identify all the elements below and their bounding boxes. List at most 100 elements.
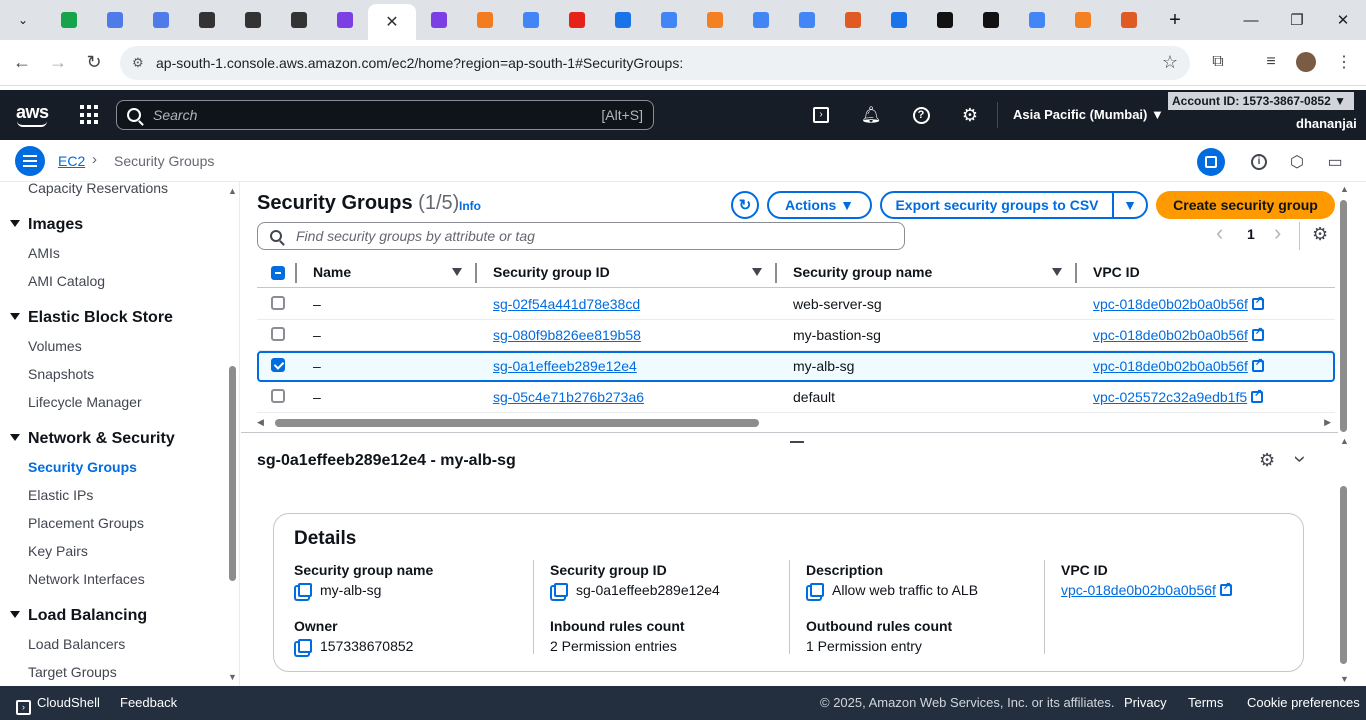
table-row[interactable]: – sg-05c4e71b276b273a6 default vpc-025572c3…	[257, 382, 1335, 413]
new-tab-button[interactable]: +	[1152, 0, 1198, 40]
external-link-icon[interactable]	[1251, 295, 1264, 310]
row-checkbox[interactable]	[271, 358, 285, 372]
copy-icon[interactable]	[298, 639, 312, 653]
browser-tab[interactable]	[830, 0, 876, 40]
browser-tab[interactable]	[416, 0, 462, 40]
table-scroll-thumb[interactable]	[275, 419, 759, 427]
cell-sg-id-link[interactable]: sg-05c4e71b276b273a6	[493, 389, 644, 405]
main-scrollbar[interactable]: ▲ ▲ ▼	[1338, 182, 1350, 686]
external-link-icon[interactable]	[1219, 581, 1232, 596]
detail-pane-scroll-thumb[interactable]	[1340, 486, 1347, 664]
next-page-icon[interactable]: ›	[1274, 220, 1281, 246]
sidebar-item-elastic-ips[interactable]: Elastic IPs	[28, 487, 93, 503]
cell-sg-id-link[interactable]: sg-080f9b826ee819b58	[493, 327, 641, 343]
browser-tab[interactable]	[184, 0, 230, 40]
scroll-up-icon[interactable]: ▲	[228, 186, 237, 196]
export-dropdown-button[interactable]: ▼	[1112, 191, 1148, 219]
sidebar-item-snapshots[interactable]: Snapshots	[28, 366, 94, 382]
previous-page-icon[interactable]: ‹	[1216, 220, 1223, 246]
sort-caret-icon[interactable]	[452, 268, 462, 276]
back-icon[interactable]: ←	[4, 45, 40, 81]
browser-tab[interactable]	[646, 0, 692, 40]
external-link-icon[interactable]	[1251, 357, 1264, 372]
cookie-preferences-link[interactable]: Cookie preferences	[1247, 695, 1360, 710]
browser-tab[interactable]	[554, 0, 600, 40]
cell-sg-id-link[interactable]: sg-02f54a441d78e38cd	[493, 296, 640, 312]
browser-tab[interactable]	[230, 0, 276, 40]
sidebar-item-volumes[interactable]: Volumes	[28, 338, 82, 354]
close-window-icon[interactable]: ✕	[1320, 0, 1366, 40]
table-preferences-gear-icon[interactable]: ⚙	[1312, 224, 1328, 245]
split-panel-toggle-icon[interactable]	[1197, 148, 1225, 176]
url-text[interactable]: ap-south-1.console.aws.amazon.com/ec2/ho…	[156, 55, 683, 71]
column-header-sg-id[interactable]: Security group ID	[493, 264, 610, 280]
table-pane-scroll-thumb[interactable]	[1340, 200, 1347, 432]
scroll-down-icon[interactable]: ▼	[1340, 674, 1349, 684]
scroll-left-icon[interactable]: ◀	[257, 417, 264, 428]
media-controls-icon[interactable]: ≡	[1253, 44, 1289, 80]
security-group-filter-input[interactable]: Find security groups by attribute or tag	[257, 222, 905, 250]
address-bar[interactable]: ⚙ ap-south-1.console.aws.amazon.com/ec2/…	[120, 46, 1190, 80]
settings-gear-icon[interactable]: ⚙	[959, 104, 981, 126]
site-info-icon[interactable]: ⚙	[132, 55, 148, 71]
browser-tab[interactable]	[462, 0, 508, 40]
sidebar-item-lifecycle-manager[interactable]: Lifecycle Manager	[28, 394, 142, 410]
table-row[interactable]: – sg-0a1effeeb289e12e4 my-alb-sg vpc-018de0…	[257, 351, 1335, 382]
browser-tab[interactable]	[784, 0, 830, 40]
detail-settings-gear-icon[interactable]: ⚙	[1259, 450, 1275, 471]
close-tab-icon[interactable]: ✕	[385, 12, 398, 32]
sidebar-item-security-groups[interactable]: Security Groups	[28, 459, 137, 475]
browser-tab[interactable]	[322, 0, 368, 40]
browser-tab[interactable]	[692, 0, 738, 40]
sidebar-item-ami-catalog[interactable]: AMI Catalog	[28, 273, 105, 289]
browser-tab[interactable]	[46, 0, 92, 40]
row-checkbox[interactable]	[271, 296, 285, 310]
sidebar-section-network-security[interactable]: Network & Security	[10, 430, 175, 448]
table-row[interactable]: – sg-080f9b826ee819b58 my-bastion-sg vpc-01…	[257, 320, 1335, 351]
browser-tab[interactable]	[876, 0, 922, 40]
actions-button[interactable]: Actions ▼	[767, 191, 872, 219]
vpc-id-link[interactable]: vpc-018de0b02b0a0b56f	[1061, 582, 1216, 598]
side-nav-toggle-button[interactable]	[15, 146, 45, 176]
user-menu[interactable]: dhananjai	[1296, 116, 1357, 131]
scroll-up-icon[interactable]: ▲	[1340, 436, 1349, 446]
copy-icon[interactable]	[810, 583, 824, 597]
minimize-icon[interactable]: —	[1228, 0, 1274, 40]
cloudshell-footer-button[interactable]: › CloudShell	[16, 695, 100, 715]
split-panel-resize-handle[interactable]	[790, 441, 804, 443]
resources-hexagon-icon[interactable]: ⬡	[1283, 148, 1311, 176]
browser-tab[interactable]	[92, 0, 138, 40]
sidebar-section-images[interactable]: Images	[10, 216, 83, 234]
export-csv-button[interactable]: Export security groups to CSV	[880, 191, 1114, 219]
browser-tab[interactable]	[922, 0, 968, 40]
cell-vpc-id-link[interactable]: vpc-018de0b02b0a0b56f	[1093, 326, 1264, 343]
cloudshell-icon[interactable]: ›	[810, 104, 832, 126]
copy-icon[interactable]	[554, 583, 568, 597]
sidebar-item-key-pairs[interactable]: Key Pairs	[28, 543, 88, 559]
column-header-name[interactable]: Name	[313, 264, 351, 280]
refresh-button[interactable]: ↻	[731, 191, 759, 219]
create-security-group-button[interactable]: Create security group	[1156, 191, 1335, 219]
profile-avatar[interactable]	[1288, 44, 1324, 80]
browser-menu-icon[interactable]: ⋮	[1326, 44, 1362, 80]
breadcrumb-ec2-link[interactable]: EC2	[58, 153, 85, 169]
browser-tab[interactable]	[1106, 0, 1152, 40]
column-divider[interactable]	[475, 263, 477, 283]
cell-sg-id-link[interactable]: sg-0a1effeeb289e12e4	[493, 358, 637, 374]
row-checkbox[interactable]	[271, 389, 285, 403]
console-toolbar-icon[interactable]: ▭	[1321, 148, 1349, 176]
sidebar-item-load-balancers[interactable]: Load Balancers	[28, 636, 125, 652]
cell-vpc-id-link[interactable]: vpc-018de0b02b0a0b56f	[1093, 295, 1264, 312]
browser-tab[interactable]	[1014, 0, 1060, 40]
page-number[interactable]: 1	[1247, 226, 1255, 242]
column-header-vpc-id[interactable]: VPC ID	[1093, 264, 1140, 280]
sidebar-item-target-groups[interactable]: Target Groups	[28, 664, 117, 680]
aws-logo[interactable]: aws	[16, 102, 49, 127]
scroll-up-icon[interactable]: ▲	[1340, 184, 1349, 194]
external-link-icon[interactable]	[1251, 326, 1264, 341]
select-all-checkbox[interactable]	[271, 266, 285, 280]
scroll-down-icon[interactable]: ▼	[228, 672, 237, 682]
active-tab[interactable]: ✕	[368, 4, 416, 40]
external-link-icon[interactable]	[1251, 388, 1264, 403]
console-search-input[interactable]: Search [Alt+S]	[116, 100, 654, 130]
